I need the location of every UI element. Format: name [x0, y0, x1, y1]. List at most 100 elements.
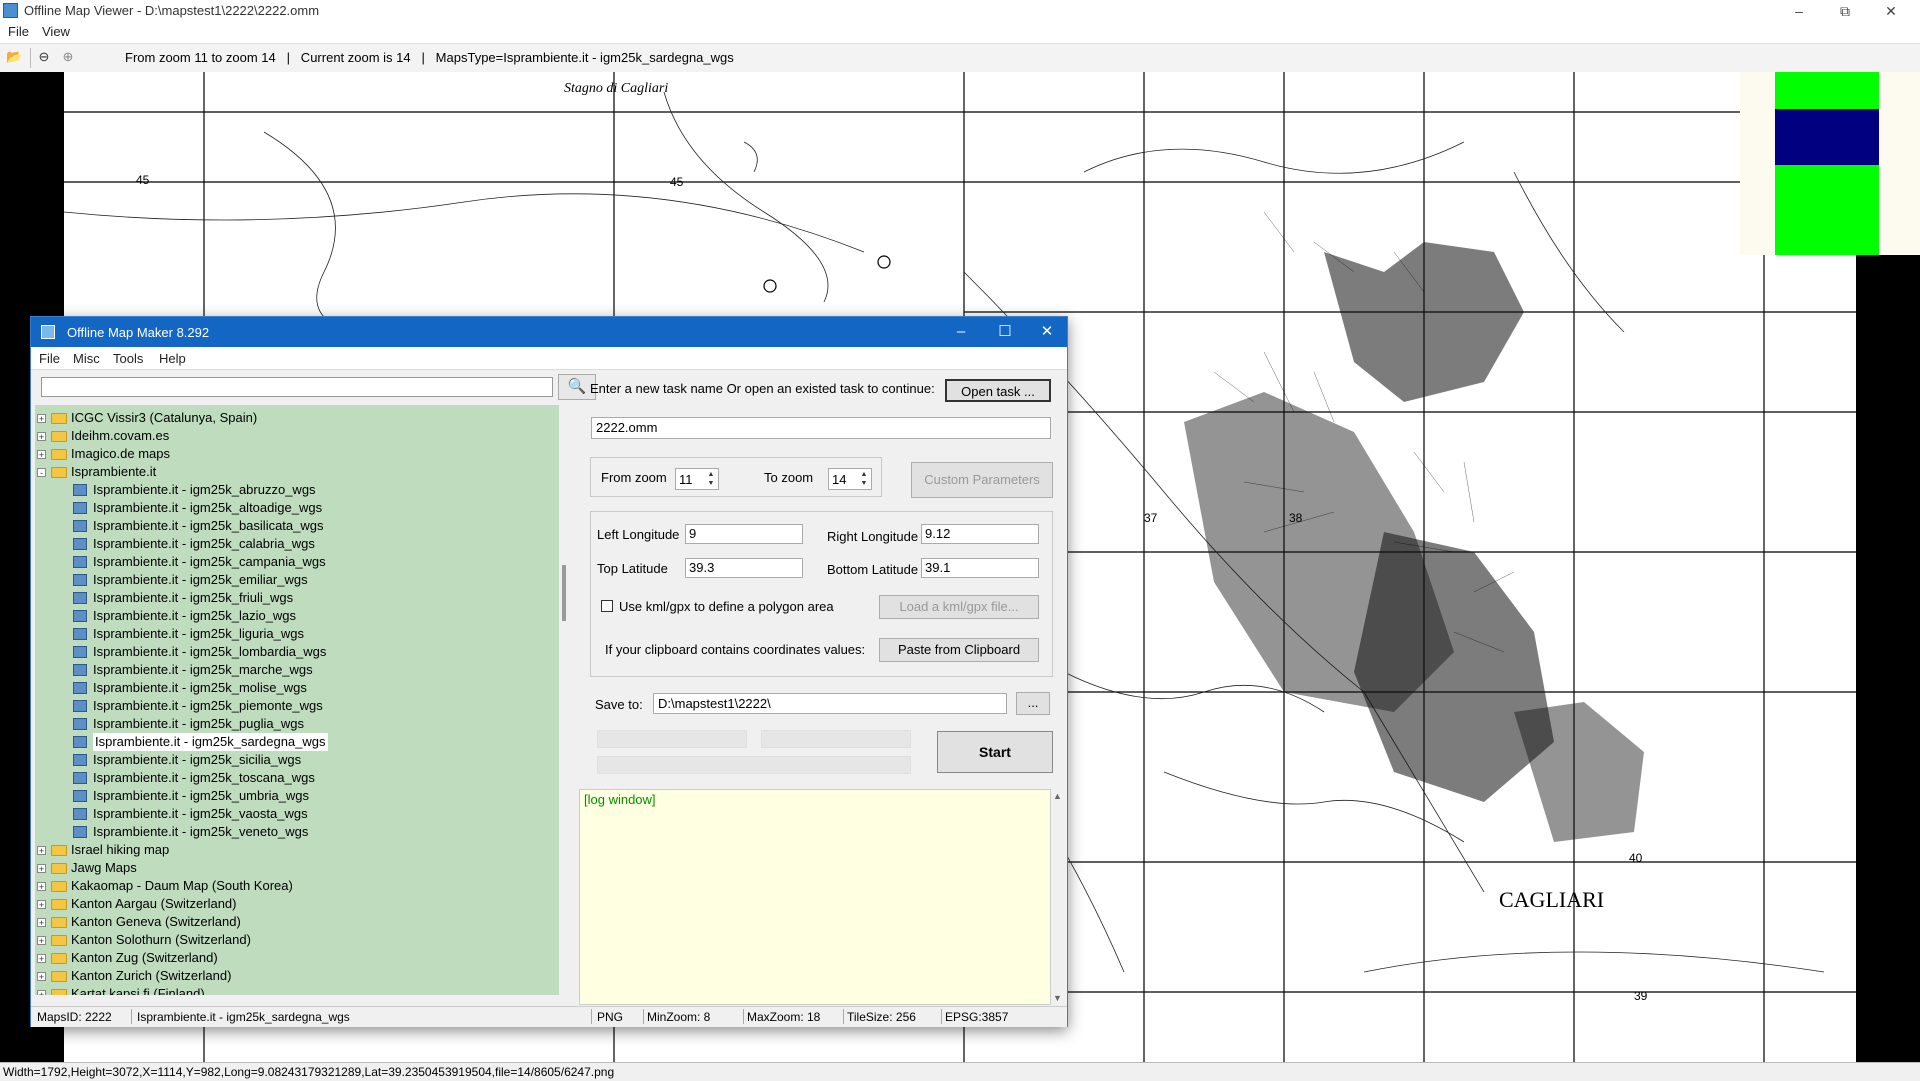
tree-item-label: Isprambiente.it - igm25k_veneto_wgs [93, 824, 309, 839]
app-icon [41, 325, 55, 339]
menu-tools[interactable]: Tools [113, 351, 143, 366]
status-separator [131, 1009, 132, 1024]
save-to-input[interactable]: D:\mapstest1\2222\ [653, 693, 1007, 714]
paste-clipboard-button[interactable]: Paste from Clipboard [879, 638, 1039, 662]
expand-icon[interactable]: + [37, 882, 46, 892]
menu-file[interactable]: File [8, 24, 29, 39]
log-scrollbar[interactable]: ▲ ▼ [1051, 789, 1065, 1005]
menu-file[interactable]: File [39, 351, 60, 366]
tree-map-item[interactable]: Isprambiente.it - igm25k_sardegna_wgs [35, 733, 559, 751]
tree-map-item[interactable]: Isprambiente.it - igm25k_molise_wgs [35, 679, 559, 697]
tree-map-item[interactable]: Isprambiente.it - igm25k_piemonte_wgs [35, 697, 559, 715]
zoom-out-icon[interactable]: ⊖ [36, 49, 52, 65]
spin-up-icon[interactable]: ▲ [858, 470, 870, 479]
tree-map-item[interactable]: Isprambiente.it - igm25k_abruzzo_wgs [35, 481, 559, 499]
expand-icon[interactable]: + [37, 954, 46, 964]
tree-folder-item[interactable]: + Kanton Zug (Switzerland) [35, 949, 559, 967]
dialog-statusbar: MapsID: 2222 Isprambiente.it - igm25k_sa… [31, 1006, 1067, 1027]
spin-down-icon[interactable]: ▼ [858, 479, 870, 488]
expand-icon[interactable]: + [37, 864, 46, 874]
close-icon[interactable]: ✕ [1025, 317, 1069, 347]
top-latitude-input[interactable]: 39.3 [685, 558, 803, 578]
tree-item-label: Isprambiente.it - igm25k_emiliar_wgs [93, 572, 308, 587]
tree-map-item[interactable]: Isprambiente.it - igm25k_sicilia_wgs [35, 751, 559, 769]
tree-map-item[interactable]: Isprambiente.it - igm25k_campania_wgs [35, 553, 559, 571]
close-icon[interactable]: ✕ [1868, 0, 1914, 22]
tree-folder-item[interactable]: + Kanton Aargau (Switzerland) [35, 895, 559, 913]
tree-folder-item[interactable]: - Isprambiente.it [35, 463, 559, 481]
from-zoom-stepper[interactable]: 11 ▲ ▼ [675, 468, 719, 490]
folder-icon [51, 449, 67, 460]
bottom-latitude-input[interactable]: 39.1 [921, 558, 1039, 578]
expand-icon[interactable]: + [37, 414, 46, 424]
tree-folder-item[interactable]: + Kanton Geneva (Switzerland) [35, 913, 559, 931]
task-name-input[interactable]: 2222.omm [591, 417, 1051, 439]
scroll-down-icon[interactable]: ▼ [1053, 993, 1062, 1003]
expand-icon[interactable]: + [37, 918, 46, 928]
menu-view[interactable]: View [42, 24, 70, 39]
collapse-icon[interactable]: - [37, 468, 46, 478]
tree-scrollbar[interactable] [559, 405, 571, 995]
tree-map-item[interactable]: Isprambiente.it - igm25k_emiliar_wgs [35, 571, 559, 589]
minimize-icon[interactable]: – [939, 317, 983, 347]
tree-folder-item[interactable]: + Imagico.de maps [35, 445, 559, 463]
browse-button[interactable]: ... [1016, 692, 1050, 715]
expand-icon[interactable]: + [37, 936, 46, 946]
tree-map-item[interactable]: Isprambiente.it - igm25k_lombardia_wgs [35, 643, 559, 661]
tree-map-item[interactable]: Isprambiente.it - igm25k_altoadige_wgs [35, 499, 559, 517]
to-zoom-stepper[interactable]: 14 ▲ ▼ [828, 468, 872, 490]
tree-folder-item[interactable]: + Israel hiking map [35, 841, 559, 859]
grid-label: 39 [1634, 989, 1648, 1003]
scrollbar-thumb[interactable] [562, 565, 566, 621]
overview-viewport[interactable] [1775, 109, 1879, 165]
expand-icon[interactable]: + [37, 450, 46, 460]
dialog-titlebar[interactable]: Offline Map Maker 8.292 – ☐ ✕ [31, 317, 1067, 347]
menu-help[interactable]: Help [159, 351, 186, 366]
log-window[interactable]: [log window] [579, 789, 1051, 1005]
tree-map-item[interactable]: Isprambiente.it - igm25k_lazio_wgs [35, 607, 559, 625]
tree-map-item[interactable]: Isprambiente.it - igm25k_calabria_wgs [35, 535, 559, 553]
expand-icon[interactable]: + [37, 846, 46, 856]
expand-icon[interactable]: + [37, 900, 46, 910]
maximize-icon[interactable]: ⧉ [1822, 0, 1868, 22]
tree-map-item[interactable]: Isprambiente.it - igm25k_puglia_wgs [35, 715, 559, 733]
start-button[interactable]: Start [937, 731, 1053, 773]
overview-minimap[interactable] [1740, 72, 1920, 255]
to-zoom-value: 14 [832, 472, 847, 487]
spin-up-icon[interactable]: ▲ [705, 470, 717, 479]
tree-map-item[interactable]: Isprambiente.it - igm25k_umbria_wgs [35, 787, 559, 805]
expand-icon[interactable]: + [37, 990, 46, 995]
custom-parameters-button[interactable]: Custom Parameters [911, 462, 1053, 498]
map-search-input[interactable] [41, 377, 553, 397]
tree-map-item[interactable]: Isprambiente.it - igm25k_marche_wgs [35, 661, 559, 679]
tree-folder-item[interactable]: + Kanton Zurich (Switzerland) [35, 967, 559, 985]
open-folder-icon[interactable]: 📂 [6, 49, 22, 65]
kml-checkbox[interactable] [601, 600, 613, 612]
expand-icon[interactable]: + [37, 972, 46, 982]
expand-icon[interactable]: + [37, 432, 46, 442]
map-source-tree[interactable]: + ICGC Vissir3 (Catalunya, Spain) + Ideihm.… [35, 405, 559, 995]
tree-folder-item[interactable]: + ICGC Vissir3 (Catalunya, Spain) [35, 409, 559, 427]
tree-folder-item[interactable]: + Kanton Solothurn (Switzerland) [35, 931, 559, 949]
tree-folder-item[interactable]: + Kartat.kapsi.fi (Finland) [35, 985, 559, 995]
left-longitude-input[interactable]: 9 [685, 524, 803, 544]
minimize-icon[interactable]: – [1776, 0, 1822, 22]
tree-map-item[interactable]: Isprambiente.it - igm25k_vaosta_wgs [35, 805, 559, 823]
save-to-label: Save to: [595, 697, 643, 712]
tree-folder-item[interactable]: + Ideihm.covam.es [35, 427, 559, 445]
tree-folder-item[interactable]: + Jawg Maps [35, 859, 559, 877]
tree-map-item[interactable]: Isprambiente.it - igm25k_liguria_wgs [35, 625, 559, 643]
menu-misc[interactable]: Misc [73, 351, 100, 366]
right-longitude-input[interactable]: 9.12 [921, 524, 1039, 544]
tree-map-item[interactable]: Isprambiente.it - igm25k_veneto_wgs [35, 823, 559, 841]
scroll-up-icon[interactable]: ▲ [1053, 791, 1062, 801]
zoom-in-icon[interactable]: ⊕ [60, 49, 76, 65]
maximize-icon[interactable]: ☐ [983, 317, 1027, 347]
tree-map-item[interactable]: Isprambiente.it - igm25k_toscana_wgs [35, 769, 559, 787]
load-kml-button[interactable]: Load a kml/gpx file... [879, 595, 1039, 619]
spin-down-icon[interactable]: ▼ [705, 479, 717, 488]
open-task-button[interactable]: Open task ... [945, 379, 1051, 402]
tree-folder-item[interactable]: + Kakaomap - Daum Map (South Korea) [35, 877, 559, 895]
tree-map-item[interactable]: Isprambiente.it - igm25k_basilicata_wgs [35, 517, 559, 535]
tree-map-item[interactable]: Isprambiente.it - igm25k_friuli_wgs [35, 589, 559, 607]
